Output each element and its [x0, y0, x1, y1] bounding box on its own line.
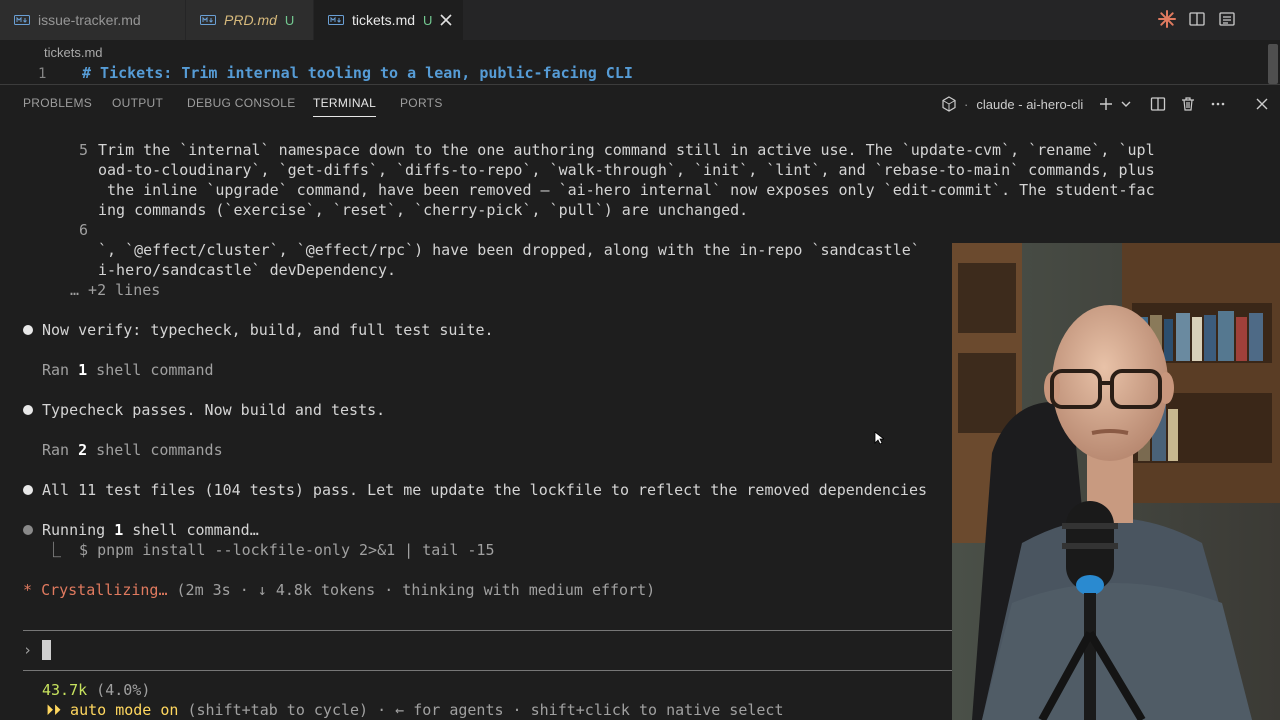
- tool-summary-prefix: Ran: [42, 361, 79, 379]
- tool-count: 2: [78, 441, 88, 459]
- running-count: 1: [114, 521, 124, 539]
- split-preview-icon[interactable]: [1188, 10, 1206, 28]
- status-info: (2m 3s · ↓ 4.8k tokens · thinking with m…: [167, 581, 656, 599]
- tab-prd[interactable]: PRD.md U: [186, 0, 314, 40]
- running-suffix: shell command…: [123, 521, 259, 539]
- message-bullet-icon: [23, 325, 33, 335]
- split-terminal-icon[interactable]: [1149, 95, 1167, 113]
- tab-label: issue-tracker.md: [38, 12, 141, 28]
- running-bullet-icon: [23, 525, 33, 535]
- tool-summary-prefix: Ran: [42, 441, 79, 459]
- context-usage: 43.7k (4.0%): [42, 680, 150, 700]
- diff-text: `, `@effect/cluster`, `@effect/rpc`) hav…: [98, 241, 920, 259]
- message-bullet-icon: [23, 405, 33, 415]
- editor-tab-bar: issue-tracker.md PRD.md U tickets.md U: [0, 0, 1280, 40]
- markdown-file-icon: [14, 14, 30, 26]
- assistant-message: Now verify: typecheck, build, and full t…: [42, 321, 494, 339]
- tab-output[interactable]: OUTPUT: [112, 96, 163, 110]
- editor-scrollbar[interactable]: [1268, 44, 1278, 84]
- diff-text: oad-to-cloudinary`, `get-diffs`, `diffs-…: [98, 161, 1155, 179]
- markdown-file-icon: [328, 14, 344, 26]
- message-bullet-icon: [23, 485, 33, 495]
- tool-count: 1: [78, 361, 88, 379]
- terminal-actions: · claude - ai-hero-cli: [940, 95, 1271, 113]
- terminal-name[interactable]: claude - ai-hero-cli: [976, 97, 1083, 112]
- editor-actions: [1158, 10, 1236, 28]
- collapsed-lines[interactable]: … +2 lines: [70, 280, 160, 300]
- close-tab-icon[interactable]: [440, 12, 452, 28]
- tab-issue-tracker[interactable]: issue-tracker.md: [0, 0, 186, 40]
- line-number: 1: [38, 66, 47, 82]
- more-icon[interactable]: [1209, 95, 1227, 113]
- running-prefix: Running: [42, 521, 115, 539]
- tab-label: tickets.md: [352, 12, 416, 28]
- diff-text: Trim the `internal` namespace down to th…: [98, 141, 1155, 159]
- prompt-top-rule: [23, 630, 952, 631]
- trash-icon[interactable]: [1179, 95, 1197, 113]
- diff-text: i-hero/sandcastle` devDependency.: [98, 261, 397, 279]
- running-command: ⎿ $ pnpm install --lockfile-only 2>&1 | …: [46, 541, 495, 559]
- assistant-message: All 11 test files (104 tests) pass. Let …: [42, 481, 928, 499]
- editor-line[interactable]: 1 # Tickets: Trim internal tooling to a …: [0, 64, 1264, 84]
- chevron-down-icon[interactable]: [1117, 95, 1135, 113]
- tool-summary-suffix: shell command: [87, 361, 214, 379]
- tab-debug-console[interactable]: DEBUG CONSOLE: [187, 96, 296, 110]
- tab-tickets[interactable]: tickets.md U: [314, 0, 464, 40]
- untracked-badge: U: [423, 12, 433, 28]
- mouse-pointer-icon: [874, 431, 884, 445]
- diff-text: the inline `upgrade` command, have been …: [98, 181, 1155, 199]
- assistant-message: Typecheck passes. Now build and tests.: [42, 401, 386, 419]
- terminal-cube-icon: [940, 95, 958, 113]
- claude-sparkle-icon[interactable]: [1158, 10, 1176, 28]
- prompt-bottom-rule: [23, 670, 952, 671]
- markdown-heading[interactable]: # Tickets: Trim internal tooling to a le…: [82, 64, 633, 82]
- token-count: 43.7k: [42, 681, 88, 699]
- plus-icon[interactable]: [1097, 95, 1115, 113]
- running-status: Running 1 shell command…: [42, 520, 259, 540]
- presenter-video: [952, 243, 1280, 720]
- status-word: Crystallizing…: [41, 581, 168, 599]
- auto-mode-label[interactable]: auto mode on: [61, 701, 178, 719]
- prompt-chevron-icon: ›: [23, 641, 33, 659]
- prompt-input[interactable]: [42, 640, 51, 660]
- spinner-star-icon: *: [23, 581, 33, 599]
- mode-hint: (shift+tab to cycle) · ← for agents · sh…: [178, 701, 784, 719]
- tab-terminal[interactable]: TERMINAL: [313, 96, 377, 117]
- tab-ports[interactable]: PORTS: [400, 96, 443, 110]
- tab-label: PRD.md: [224, 12, 277, 28]
- diff-line-number: 6: [79, 221, 89, 239]
- webcam-overlay: [952, 243, 1280, 720]
- separator-dot-icon: ·: [964, 96, 969, 112]
- untracked-badge: U: [284, 12, 295, 28]
- diff-text: ing commands (`exercise`, `reset`, `cher…: [98, 201, 749, 219]
- tool-summary-suffix: shell commands: [87, 441, 223, 459]
- close-panel-icon[interactable]: [1253, 95, 1271, 113]
- tool-summary[interactable]: Ran 1 shell command: [42, 360, 214, 380]
- open-preview-icon[interactable]: [1218, 10, 1236, 28]
- tab-problems[interactable]: PROBLEMS: [23, 96, 92, 110]
- diff-line-number: 5: [79, 141, 89, 159]
- thinking-status: * Crystallizing… (2m 3s · ↓ 4.8k tokens …: [23, 580, 655, 600]
- auto-mode-arrows-icon: ⏵⏵: [46, 701, 62, 719]
- token-percent: (4.0%): [87, 681, 151, 699]
- markdown-file-icon: [200, 14, 216, 26]
- breadcrumb[interactable]: tickets.md: [44, 45, 103, 60]
- tool-summary[interactable]: Ran 2 shell commands: [42, 440, 223, 460]
- mode-line: ⏵⏵ auto mode on (shift+tab to cycle) · ←…: [46, 700, 783, 720]
